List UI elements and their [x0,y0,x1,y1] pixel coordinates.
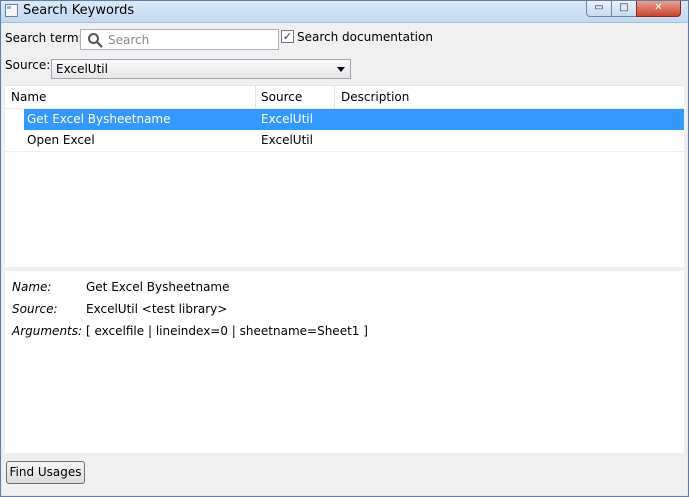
column-header-description[interactable]: Description [341,90,409,104]
detail-name-value: Get Excel Bysheetname [86,280,230,294]
chevron-down-icon [337,67,345,72]
search-term-label: Search term: [5,31,83,45]
detail-source-label: Source: [12,302,58,316]
find-usages-button[interactable]: Find Usages [6,461,85,484]
title-bar[interactable]: Search Keywords ▭ □ ✕ [1,1,688,23]
detail-arguments-value: [ excelfile | lineindex=0 | sheetname=Sh… [86,324,368,338]
row-name: Get Excel Bysheetname [27,112,171,126]
row-divider [5,151,684,152]
search-documentation-checkbox[interactable]: ✓ [281,30,294,43]
search-documentation-label[interactable]: Search documentation [297,30,433,44]
column-divider[interactable] [255,86,256,108]
table-row[interactable]: Open Excel ExcelUtil [5,130,684,151]
row-source: ExcelUtil [261,112,313,126]
table-header: Name Source Description [5,86,684,109]
detail-source-value: ExcelUtil <test library> [86,302,228,316]
column-header-name[interactable]: Name [11,90,46,104]
search-keywords-window: Search Keywords ▭ □ ✕ Search term: Searc… [0,0,689,497]
keyword-table: Name Source Description Get Excel Byshee… [5,85,684,267]
search-input[interactable]: Search [80,29,279,50]
search-placeholder: Search [108,33,150,47]
source-label: Source: [5,58,51,72]
window-title: Search Keywords [23,3,135,18]
detail-name-label: Name: [12,280,52,294]
detail-arguments-label: Arguments: [12,324,83,338]
row-source: ExcelUtil [261,133,313,147]
app-icon [5,4,18,17]
table-row[interactable]: Get Excel Bysheetname ExcelUtil [5,109,684,130]
source-select[interactable]: ExcelUtil [51,59,351,79]
maximize-button[interactable]: □ [611,1,637,17]
search-icon [88,33,103,48]
row-name: Open Excel [27,133,95,147]
keyword-details-panel: Name: Get Excel Bysheetname Source: Exce… [5,271,684,453]
minimize-button[interactable]: ▭ [586,1,612,17]
close-button[interactable]: ✕ [636,1,681,17]
source-selected-value: ExcelUtil [56,62,108,76]
column-header-source[interactable]: Source [261,90,302,104]
column-divider[interactable] [334,86,335,108]
